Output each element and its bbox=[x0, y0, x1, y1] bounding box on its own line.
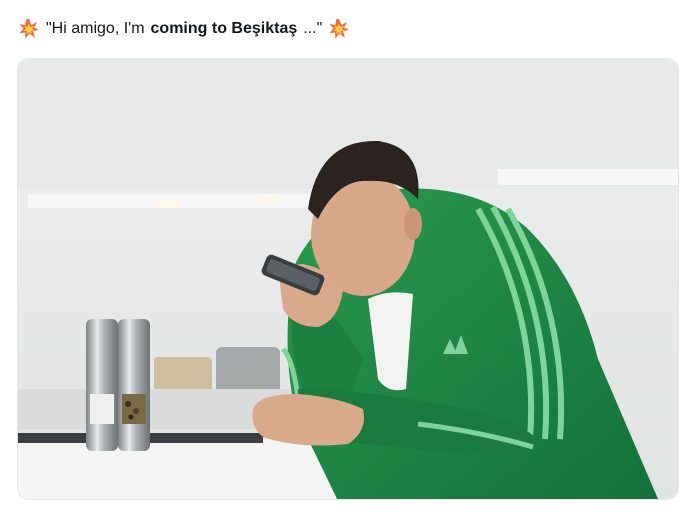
photo-illustration bbox=[18, 59, 678, 499]
tweet-text: "Hi amigo, I'm coming to Beşiktaş ..." bbox=[18, 16, 350, 42]
collision-icon bbox=[329, 18, 350, 39]
salt-pepper-grinders bbox=[86, 319, 150, 451]
collision-icon bbox=[19, 18, 40, 39]
caption-end-text: ..." bbox=[303, 20, 323, 37]
tweet-photo[interactable] bbox=[17, 58, 679, 500]
caption-bold-text: coming to Beşiktaş bbox=[150, 20, 298, 37]
caption-plain-text: "Hi amigo, I'm bbox=[46, 20, 145, 37]
tweet-card: "Hi amigo, I'm coming to Beşiktaş ..." bbox=[0, 0, 700, 512]
